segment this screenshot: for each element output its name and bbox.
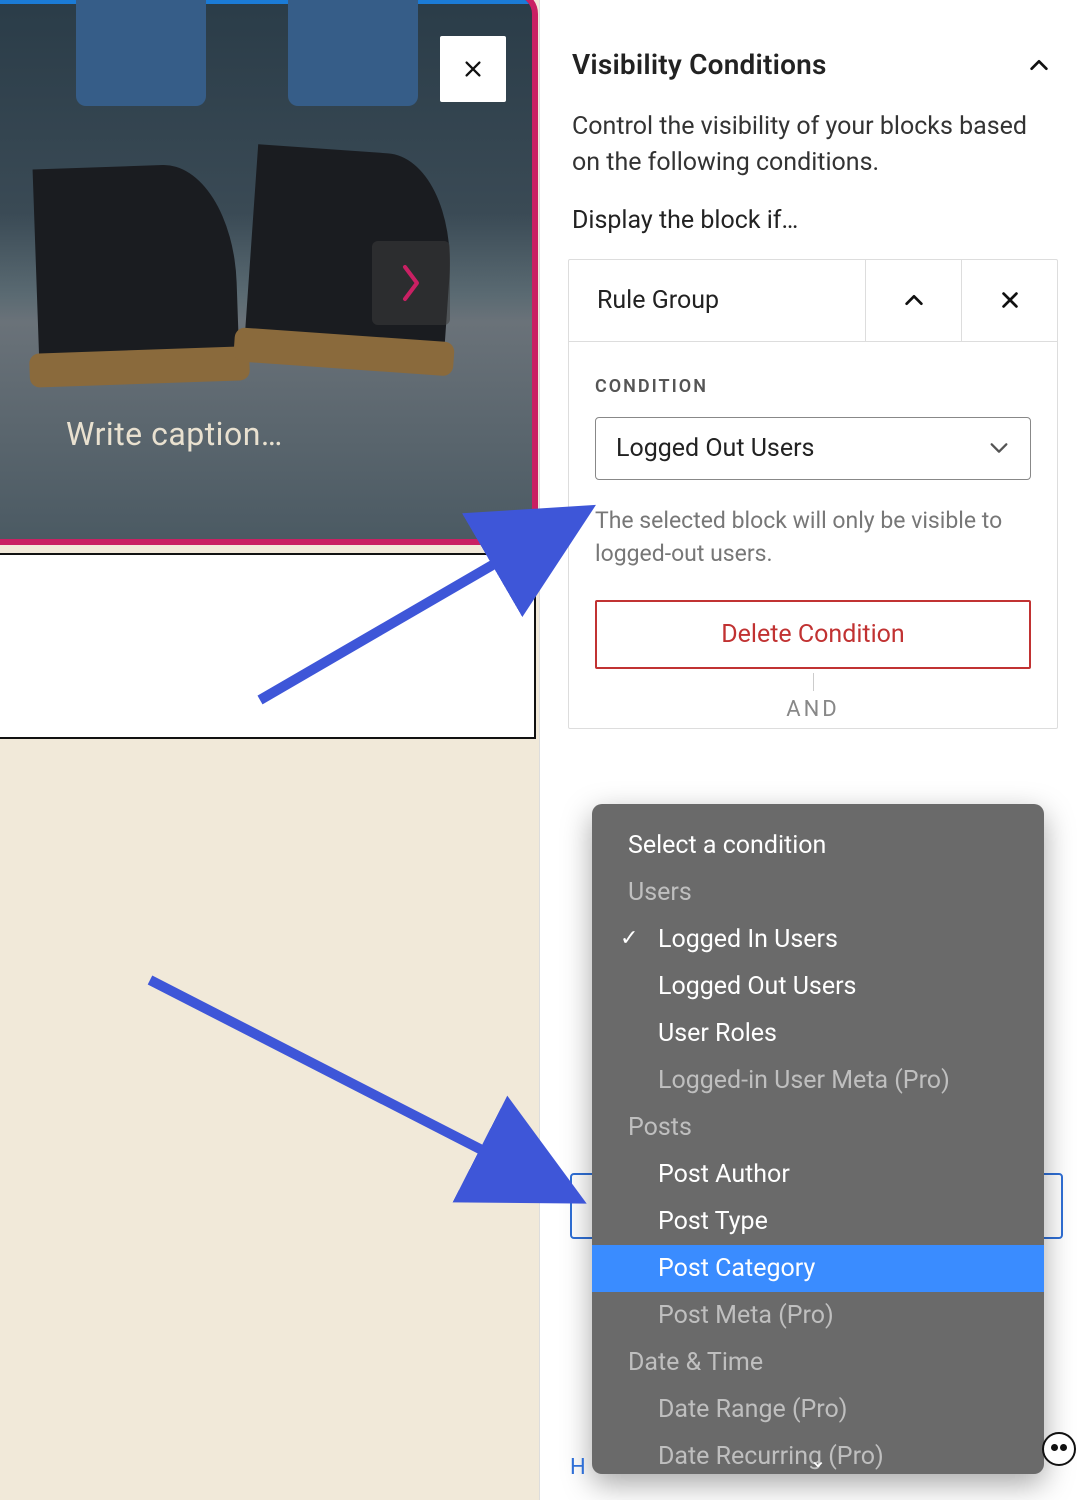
dropdown-placeholder: Select a condition xyxy=(592,822,1044,869)
chevron-down-icon xyxy=(988,437,1010,459)
close-icon xyxy=(462,58,484,80)
dropdown-group-label: Date & Time xyxy=(592,1339,1044,1386)
close-icon xyxy=(999,289,1021,311)
dropdown-option[interactable]: Post Category xyxy=(592,1245,1044,1292)
image-block[interactable]: Write caption… xyxy=(0,0,538,545)
panel-intro: Control the visibility of your blocks ba… xyxy=(568,109,1058,206)
chevron-up-icon xyxy=(1028,54,1050,76)
chevron-right-icon xyxy=(396,263,426,303)
help-link[interactable]: H xyxy=(570,1455,586,1480)
caption-input[interactable]: Write caption… xyxy=(66,415,283,453)
condition-dropdown[interactable]: Select a condition UsersLogged In UsersL… xyxy=(592,804,1044,1474)
chevron-down-icon: ⌄ xyxy=(810,1448,827,1472)
condition-select-value: Logged Out Users xyxy=(616,434,814,463)
image-content xyxy=(0,36,532,539)
delete-rule-group-button[interactable] xyxy=(961,260,1057,341)
editor-canvas: Write caption… xyxy=(0,0,540,1500)
rule-group-title: Rule Group xyxy=(569,260,865,341)
remove-image-button[interactable] xyxy=(440,36,506,102)
rule-group: Rule Group CONDITION Logged Out Users Th… xyxy=(568,259,1058,730)
dropdown-option[interactable]: Post Author xyxy=(592,1151,1044,1198)
collapse-rule-group-button[interactable] xyxy=(865,260,961,341)
display-if-label: Display the block if… xyxy=(568,206,1058,259)
dropdown-option: Logged-in User Meta (Pro) xyxy=(592,1057,1044,1104)
mascot-icon xyxy=(1042,1432,1076,1466)
panel-header[interactable]: Visibility Conditions xyxy=(568,0,1058,109)
chevron-up-icon xyxy=(903,289,925,311)
dropdown-option[interactable]: Logged In Users xyxy=(592,916,1044,963)
and-separator: AND xyxy=(595,697,1031,728)
dropdown-option: Post Meta (Pro) xyxy=(592,1292,1044,1339)
dropdown-group-label: Users xyxy=(592,869,1044,916)
condition-label: CONDITION xyxy=(595,376,1031,397)
empty-block[interactable] xyxy=(0,553,536,739)
next-slide-button[interactable] xyxy=(372,241,450,325)
dropdown-option[interactable]: User Roles xyxy=(592,1010,1044,1057)
condition-select[interactable]: Logged Out Users xyxy=(595,417,1031,480)
dropdown-option: Date Range (Pro) xyxy=(592,1386,1044,1433)
panel-title: Visibility Conditions xyxy=(572,48,827,81)
delete-condition-button[interactable]: Delete Condition xyxy=(595,600,1031,669)
dropdown-group-label: Posts xyxy=(592,1104,1044,1151)
dropdown-option[interactable]: Logged Out Users xyxy=(592,963,1044,1010)
dropdown-option[interactable]: Post Type xyxy=(592,1198,1044,1245)
condition-help: The selected block will only be visible … xyxy=(595,480,1031,601)
